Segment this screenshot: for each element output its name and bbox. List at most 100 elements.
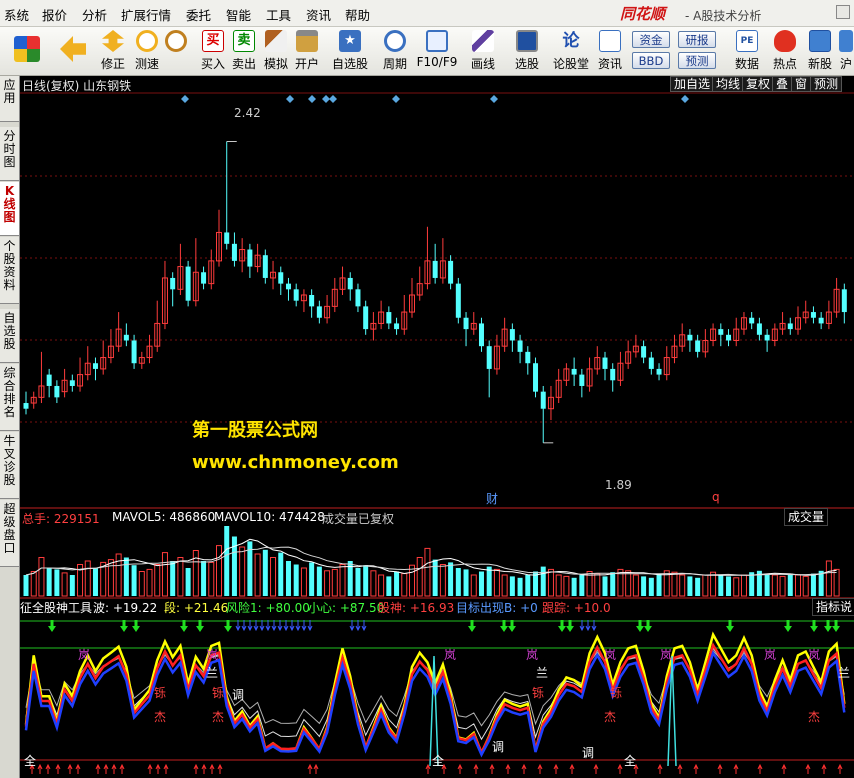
tab-apps[interactable]: 应用 [0, 76, 19, 122]
menu-news[interactable]: 资讯 [306, 5, 331, 24]
forecast-chart-button[interactable]: 预测 [810, 76, 843, 92]
red-up-arrow-icon [821, 763, 827, 774]
correct-button[interactable]: 修正 [98, 30, 128, 74]
research-report-button[interactable]: 研报 [678, 31, 716, 48]
volume-bar [170, 561, 176, 596]
draw-line-button[interactable]: 画线 [466, 30, 500, 74]
red-up-arrow-icon [155, 763, 161, 774]
indicator-help-button[interactable]: 指标说 [812, 598, 854, 616]
news-button[interactable]: 资讯 [596, 30, 624, 74]
overlay-button[interactable]: 叠 [772, 76, 793, 92]
green-down-arrow-icon [132, 620, 140, 632]
signal-char-lan: 岚 [444, 648, 457, 662]
period-button[interactable]: 周期 [378, 30, 412, 74]
candle-body [540, 391, 546, 409]
financial-event-marker[interactable]: 财 [486, 490, 498, 507]
candle-body [123, 334, 129, 341]
high-price-label: 2.42 [234, 106, 261, 120]
red-up-arrow-icon [67, 763, 73, 774]
test-button[interactable] [162, 30, 190, 74]
red-up-arrow-icon [45, 763, 51, 774]
volume-bar [802, 575, 809, 597]
volume-bar [331, 568, 338, 597]
chart-area[interactable]: 日线(复权) 山东钢铁 加自选 均线 复权 叠 窗 预测 2.42 1.89 财… [20, 76, 854, 778]
moving-average-button[interactable]: 均线 [712, 76, 745, 92]
menu-analysis[interactable]: 分析 [82, 5, 107, 24]
sell-button[interactable]: 卖 卖出 [230, 30, 258, 74]
back-arrow-icon [60, 36, 86, 62]
volume-bar [439, 564, 446, 597]
watchlist-button[interactable]: ★ 自选股 [330, 30, 370, 74]
simulate-button[interactable]: 模拟 [262, 30, 290, 74]
candle-body [533, 363, 539, 392]
volume-bar [679, 574, 686, 597]
red-up-arrow-icon [781, 763, 787, 774]
menu-smart[interactable]: 智能 [226, 5, 251, 24]
shanghai-label: 沪 [839, 57, 852, 71]
simulate-label: 模拟 [263, 57, 288, 71]
green-down-arrow-icon [832, 620, 840, 632]
red-up-arrow-icon [537, 763, 543, 774]
volume-bar [641, 576, 647, 596]
minimize-button[interactable] [836, 5, 850, 19]
candle-body [610, 368, 616, 381]
hot-button[interactable]: 热点 [770, 30, 800, 74]
add-watchlist-button[interactable]: 加自选 [670, 76, 715, 92]
data-button[interactable]: PE 数据 [732, 30, 762, 74]
menu-quote[interactable]: 报价 [42, 5, 67, 24]
stock-screen-button[interactable]: 选股 [510, 30, 544, 74]
chart-canvas[interactable] [20, 76, 854, 778]
volume-adjusted-note: 成交量已复权 [322, 512, 395, 526]
open-account-button[interactable]: 开户 [293, 30, 321, 74]
watermark-title: 第一股票公式网 [192, 420, 318, 441]
indicator-target-b: 目标出现B: +0 [456, 601, 538, 615]
signal-char-quan: 全 [432, 754, 445, 768]
q-event-marker[interactable]: q [712, 490, 720, 504]
tab-kline[interactable]: K线图 [0, 182, 19, 236]
tab-diagnosis[interactable]: 牛叉诊股 [0, 432, 19, 499]
volume-bar [409, 564, 415, 597]
menu-help[interactable]: 帮助 [345, 5, 370, 24]
f10-button[interactable]: F10/F9 [416, 30, 458, 74]
signal-char-jie: 杰 [808, 710, 821, 724]
forum-button[interactable]: 论 论股堂 [551, 30, 591, 74]
fund-button[interactable]: 资金 [632, 31, 670, 48]
volume-panel-button[interactable]: 成交量 [784, 508, 829, 526]
menu-system[interactable]: 系统 [4, 5, 29, 24]
speed-test-button[interactable]: 测速 [133, 30, 161, 74]
candle-body [201, 272, 207, 284]
forecast-button[interactable]: 预测 [678, 52, 716, 69]
watchlist-label: 自选股 [331, 57, 368, 71]
layout-button[interactable] [12, 30, 42, 74]
window-button[interactable]: 窗 [791, 76, 812, 92]
candle-body [764, 334, 770, 341]
bbd-button[interactable]: BBD [632, 52, 670, 69]
tab-stock-profile[interactable]: 个股资料 [0, 237, 19, 304]
buy-button[interactable]: 买 买入 [199, 30, 227, 74]
ipo-button[interactable]: 新股 [805, 30, 835, 74]
tab-intraday[interactable]: 分时图 [0, 127, 19, 181]
back-button[interactable] [58, 30, 88, 74]
buy-icon: 买 [202, 30, 224, 52]
candle-body [818, 317, 824, 324]
signal-char-tiao: 调 [492, 740, 505, 754]
volume-bar [254, 553, 261, 597]
candle-body [363, 306, 369, 330]
tab-watchlist[interactable]: 自选股 [0, 309, 19, 363]
tab-order-book[interactable]: 超级盘口 [0, 500, 19, 567]
event-diamond-icon [392, 95, 400, 103]
menu-trade[interactable]: 委托 [186, 5, 211, 24]
menu-extended-market[interactable]: 扩展行情 [121, 5, 171, 24]
tab-stock-profile-label: 个股资料 [3, 239, 16, 292]
tab-ranking[interactable]: 综合排名 [0, 364, 19, 431]
data-label: 数据 [734, 57, 759, 71]
candle-body [841, 289, 847, 313]
shanghai-button[interactable]: 沪 [838, 30, 854, 74]
signal-char-lan: 岚 [660, 648, 673, 662]
volume-bar [656, 573, 662, 596]
volume-bar [424, 547, 431, 597]
candle-body [54, 385, 60, 398]
menu-tools[interactable]: 工具 [266, 5, 291, 24]
adjust-button[interactable]: 复权 [742, 76, 775, 92]
pencil-icon [472, 30, 494, 52]
